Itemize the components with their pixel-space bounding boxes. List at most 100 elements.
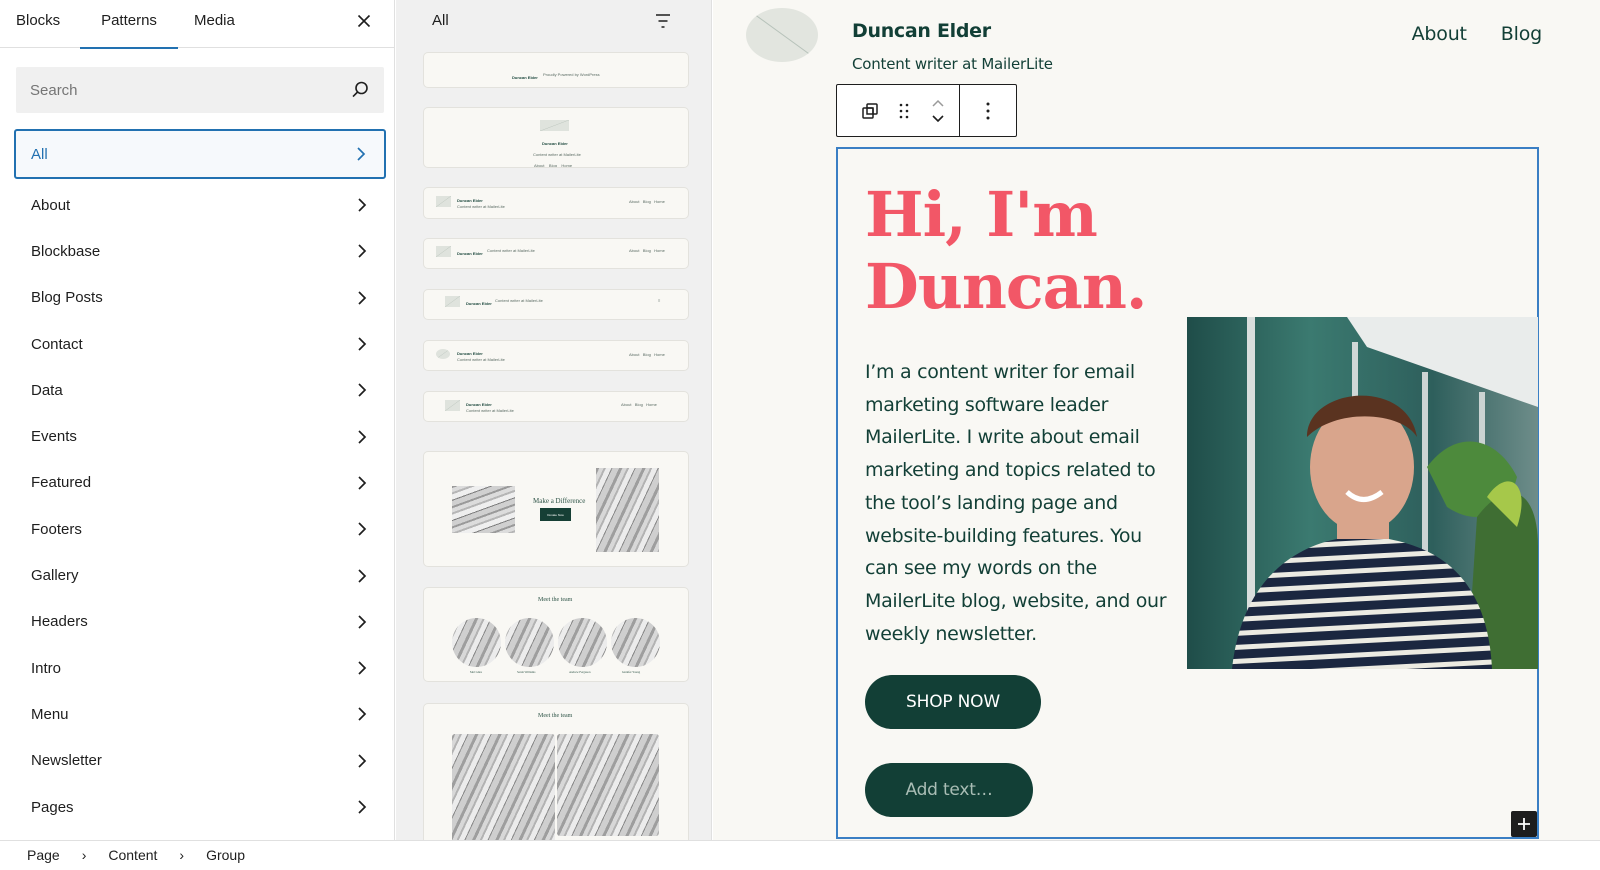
- category-events[interactable]: Events: [14, 413, 386, 459]
- category-featured[interactable]: Featured: [14, 460, 386, 506]
- pattern-header-inline[interactable]: Duncan Elder Content writer at MailerLit…: [423, 238, 689, 269]
- tab-blocks[interactable]: Blocks: [0, 0, 80, 48]
- category-label: Blog Posts: [31, 289, 103, 307]
- preview-team-title: Meet the team: [538, 713, 573, 719]
- site-logo-placeholder[interactable]: [746, 8, 818, 62]
- duplicate-button[interactable]: [853, 85, 887, 136]
- category-blockbase[interactable]: Blockbase: [14, 228, 386, 274]
- tab-media[interactable]: Media: [178, 0, 258, 48]
- pattern-header-hamburger[interactable]: Duncan Elder Content writer at MailerLit…: [423, 289, 689, 320]
- pattern-team-grid[interactable]: Meet the team Andrew Ferguson: [423, 703, 689, 858]
- more-options-button[interactable]: [971, 85, 1005, 136]
- preview-site-name: Duncan Elder: [457, 198, 483, 203]
- block-editor: Blocks Patterns Media All About Blockbase B…: [0, 0, 1600, 870]
- profile-photo[interactable]: [1187, 317, 1538, 669]
- category-data[interactable]: Data: [14, 367, 386, 413]
- inserter-tabs: Blocks Patterns Media: [0, 0, 394, 49]
- category-intro[interactable]: Intro: [14, 645, 386, 691]
- pattern-call-to-action[interactable]: Make a Difference Donate Now: [423, 451, 689, 567]
- preview-team-name: Andrew Ferguson: [569, 670, 591, 674]
- pattern-preview-list: All Duncan Elder Proudly Powered by Word…: [396, 0, 712, 858]
- pattern-footer-simple[interactable]: Duncan Elder Proudly Powered by WordPres…: [423, 52, 689, 88]
- preview-team-photo: [557, 734, 659, 836]
- category-label: Footers: [31, 520, 82, 538]
- pattern-search: [16, 67, 384, 113]
- category-label: Contact: [31, 335, 83, 353]
- site-title[interactable]: Duncan Elder: [852, 20, 991, 42]
- pattern-team-circles[interactable]: Meet the team Mel Giles Sarah Williams A…: [423, 587, 689, 682]
- chevron-right-icon: [358, 522, 367, 536]
- category-label: Pages: [31, 798, 74, 816]
- search-input[interactable]: [16, 67, 384, 113]
- empty-button-block[interactable]: Add text…: [865, 763, 1033, 817]
- site-navigation: About Blog: [1412, 23, 1543, 45]
- toolbar-group-options: [960, 85, 1016, 136]
- inserter-panel: Blocks Patterns Media All About Blockbase B…: [0, 0, 395, 858]
- search-icon[interactable]: [350, 80, 370, 100]
- category-label: Menu: [31, 705, 69, 723]
- hero-heading[interactable]: Hi, I'm Duncan.: [865, 179, 1148, 323]
- preview-logo: [436, 246, 451, 257]
- close-inserter-button[interactable]: [352, 9, 376, 33]
- category-menu[interactable]: Menu: [14, 691, 386, 737]
- category-all[interactable]: All: [14, 129, 386, 179]
- category-gallery[interactable]: Gallery: [14, 552, 386, 598]
- category-pages[interactable]: Pages: [14, 784, 386, 830]
- nav-link-blog[interactable]: Blog: [1501, 23, 1542, 45]
- site-tagline[interactable]: Content writer at MailerLite: [852, 55, 1053, 73]
- chevron-right-icon: [358, 568, 367, 583]
- pattern-header-padded[interactable]: Duncan Elder Content writer at MailerLit…: [423, 391, 689, 422]
- move-up-icon[interactable]: [930, 98, 946, 108]
- category-blog-posts[interactable]: Blog Posts: [14, 275, 386, 321]
- preview-logo: [540, 120, 569, 131]
- breadcrumb-page[interactable]: Page: [27, 847, 60, 863]
- shop-now-button[interactable]: SHOP NOW: [865, 675, 1041, 729]
- preview-logo: [445, 400, 460, 411]
- nav-link-about[interactable]: About: [1412, 23, 1467, 45]
- preview-nav: About Blog Home: [629, 199, 665, 204]
- breadcrumb-group[interactable]: Group: [206, 847, 245, 863]
- move-down-icon[interactable]: [930, 114, 946, 124]
- filter-icon[interactable]: [653, 12, 673, 30]
- preview-team-title: Meet the team: [538, 597, 573, 603]
- preview-tagline: Content writer at MailerLite: [487, 248, 535, 253]
- preview-logo: [436, 349, 450, 359]
- preview-logo: [445, 296, 460, 307]
- preview-nav: About Blog Home: [621, 402, 657, 407]
- pattern-category-list: All About Blockbase Blog Posts Contact Data Ev…: [14, 129, 386, 858]
- preview-donate-button: Donate Now: [540, 508, 571, 521]
- pattern-header-left[interactable]: Duncan Elder Content writer at MailerLit…: [423, 187, 689, 219]
- add-block-button[interactable]: [1511, 811, 1537, 837]
- drag-handle[interactable]: [887, 85, 921, 136]
- pattern-header-centered[interactable]: Duncan Elder Content writer at MailerLit…: [423, 107, 689, 168]
- category-label: Intro: [31, 659, 62, 677]
- preview-team-name: Mel Giles: [470, 670, 482, 674]
- preview-tagline: Content writer at MailerLite: [466, 408, 514, 413]
- toolbar-group-move: [837, 85, 960, 136]
- category-label: Events: [31, 428, 77, 446]
- preview-tagline: Content writer at MailerLite: [457, 204, 505, 209]
- category-about[interactable]: About: [14, 182, 386, 228]
- category-footers[interactable]: Footers: [14, 506, 386, 552]
- selected-group-block[interactable]: Hi, I'm Duncan. I’m a content writer for …: [836, 147, 1539, 839]
- breadcrumb-content[interactable]: Content: [108, 847, 157, 863]
- chevron-right-icon: [358, 430, 367, 444]
- chevron-right-icon: [358, 707, 367, 722]
- preview-site-name: Duncan Elder: [466, 402, 492, 407]
- hero-paragraph[interactable]: I’m a content writer for email marketing…: [865, 356, 1170, 650]
- category-contact[interactable]: Contact: [14, 321, 386, 367]
- move-buttons: [921, 85, 955, 136]
- chevron-right-icon: [358, 661, 367, 675]
- preview-nav: About Blog Home: [629, 248, 665, 253]
- chevron-right-icon: ›: [179, 847, 185, 863]
- category-newsletter[interactable]: Newsletter: [14, 738, 386, 784]
- chevron-right-icon: [358, 244, 367, 259]
- chevron-right-icon: [357, 147, 366, 161]
- block-breadcrumb: Page › Content › Group: [0, 840, 1600, 870]
- category-headers[interactable]: Headers: [14, 599, 386, 645]
- pattern-list-heading: All: [432, 12, 449, 29]
- preview-team-photo: [611, 618, 660, 667]
- tab-patterns[interactable]: Patterns: [80, 0, 178, 49]
- pattern-header-round-logo[interactable]: Duncan Elder Content writer at MailerLit…: [423, 340, 689, 371]
- chevron-right-icon: ›: [81, 847, 87, 863]
